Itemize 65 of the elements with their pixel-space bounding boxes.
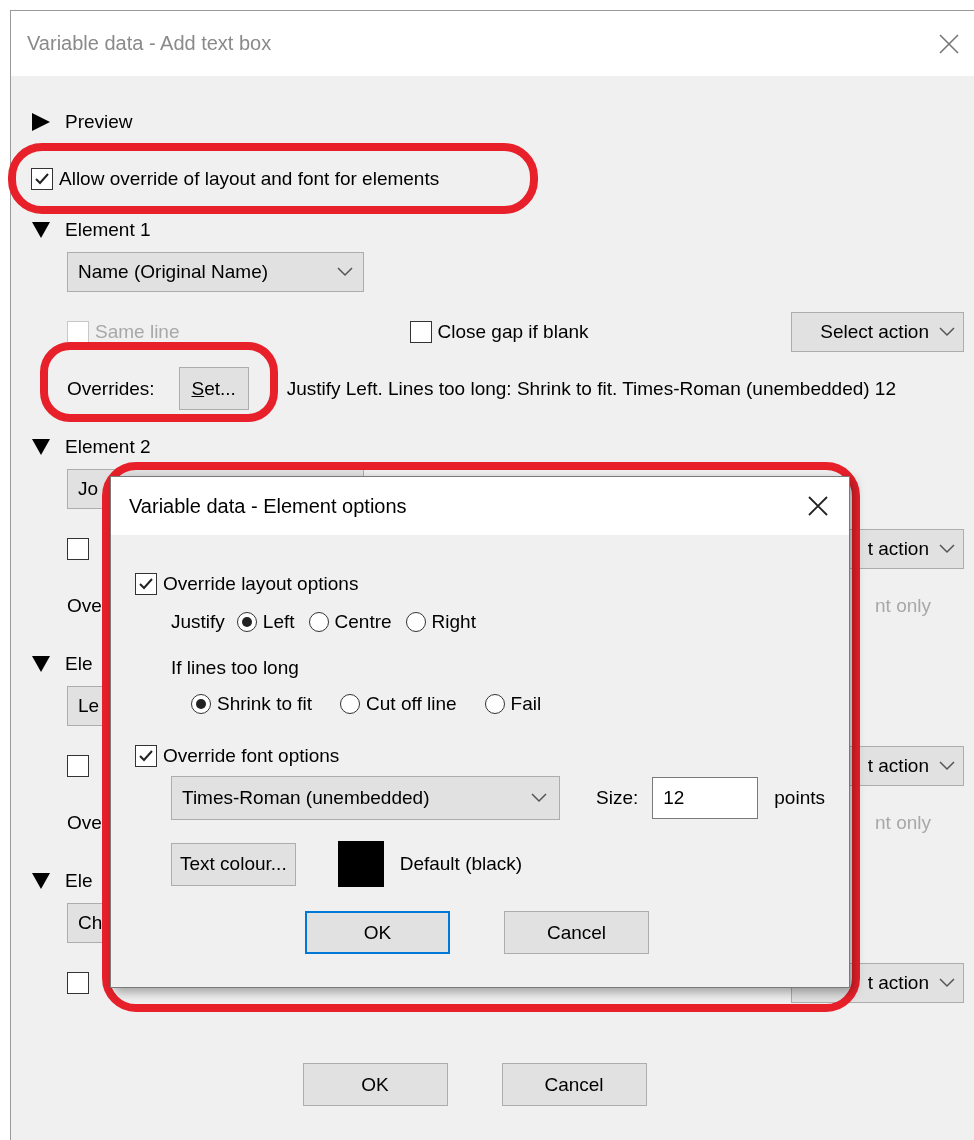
checkbox[interactable] <box>67 972 89 994</box>
dialog-button[interactable]: Cancel <box>501 1063 647 1106</box>
triangle-right-icon[interactable] <box>31 112 51 132</box>
checkbox[interactable] <box>135 745 157 767</box>
chevron-down-icon <box>939 327 955 337</box>
close-icon[interactable] <box>807 495 829 517</box>
radio-button[interactable] <box>405 612 426 632</box>
field-label: If lines too long <box>171 657 299 679</box>
radio-button[interactable] <box>236 612 257 632</box>
colour-swatch <box>337 841 384 887</box>
chevron-down-icon <box>939 761 955 771</box>
field-label: Ove <box>67 811 102 834</box>
action-dropdown[interactable]: Select action <box>791 312 964 352</box>
radio-label: Right <box>431 611 476 633</box>
radio-button[interactable] <box>340 694 361 714</box>
section-label: Element 2 <box>65 436 151 458</box>
field-label: Size: <box>596 787 639 809</box>
radio-label: Fail <box>510 693 542 715</box>
section-label: Element 1 <box>65 219 151 241</box>
checkbox[interactable] <box>409 321 432 343</box>
font-dropdown[interactable]: Times-Roman (unembedded) <box>171 776 561 820</box>
set-button[interactable]: Set... <box>178 367 249 410</box>
chevron-down-icon <box>337 267 353 277</box>
radio-button[interactable] <box>308 612 329 632</box>
checkbox[interactable] <box>67 538 89 560</box>
field-label: Overrides: <box>67 377 155 400</box>
checkbox-label: Allow override of layout and font for elements <box>59 168 440 190</box>
radio-label: Shrink to fit <box>217 693 313 715</box>
overrides-summary: nt only <box>875 811 932 834</box>
checkbox-label: Same line <box>95 321 180 343</box>
dialog-button[interactable]: OK <box>305 911 450 954</box>
section-label: Ele <box>65 653 93 675</box>
field-label: Justify <box>171 611 225 633</box>
chevron-down-icon <box>939 544 955 554</box>
triangle-down-icon[interactable] <box>31 872 51 890</box>
checkbox[interactable] <box>31 168 53 190</box>
text-colour-button[interactable]: Text colour... <box>171 842 296 886</box>
triangle-down-icon[interactable] <box>31 655 51 673</box>
colour-label: Default (black) <box>399 853 523 875</box>
section-label: Ele <box>65 870 93 892</box>
dialog-button[interactable]: Cancel <box>504 911 649 954</box>
radio-button[interactable] <box>484 694 505 714</box>
checkbox-label: Override font options <box>163 745 340 767</box>
overrides-summary: Justify Left. Lines too long: Shrink to fit. Times-Roman (unembedded) 12 <box>286 377 896 400</box>
chevron-down-icon <box>531 793 548 803</box>
triangle-down-icon[interactable] <box>31 438 51 456</box>
field-label: Ove <box>67 594 102 617</box>
unit-label: points <box>774 787 825 809</box>
radio-label: Left <box>262 611 295 633</box>
radio-label: Centre <box>334 611 392 633</box>
section-label: Preview <box>65 111 133 133</box>
triangle-down-icon[interactable] <box>31 221 51 239</box>
size-input[interactable]: 12 <box>652 777 759 819</box>
checkbox-label: Override layout options <box>163 573 359 595</box>
window-title: Variable data - Element options <box>129 494 407 518</box>
checkbox[interactable] <box>135 573 157 595</box>
window-title: Variable data - Add text box <box>27 32 272 55</box>
dialog-button[interactable]: OK <box>302 1063 448 1106</box>
radio-button[interactable] <box>191 694 211 714</box>
chevron-down-icon <box>939 978 955 988</box>
checkbox[interactable] <box>67 755 89 777</box>
radio-label: Cut off line <box>366 693 457 715</box>
element-dropdown[interactable]: Name (Original Name) <box>67 252 364 292</box>
overrides-summary: nt only <box>875 594 932 617</box>
checkbox-label: Close gap if blank <box>437 321 589 343</box>
